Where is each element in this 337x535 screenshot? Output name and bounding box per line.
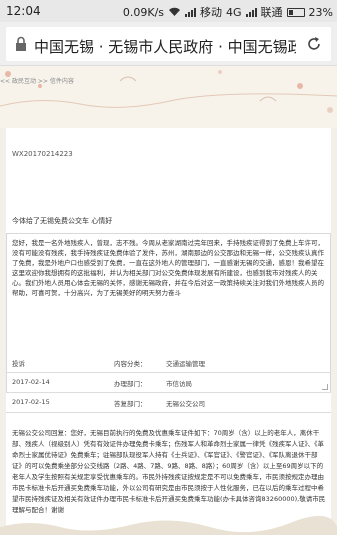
carrier-mobile: 移动 [200, 6, 223, 19]
address-bar[interactable]: 中国无锡 · 无锡市人民政府 · 中国无锡政府 [6, 27, 331, 61]
network-type: 4G [226, 5, 242, 19]
network-speed: 0.09K/s [122, 5, 165, 19]
web-page: << 政民互动 >> 信件内容 WX20170214223 今体给了无锡免费公交… [0, 66, 337, 535]
handler-value: 市信访局 [166, 380, 192, 388]
status-indicators: 0.09K/s 移动 4G 联通 23% [123, 4, 333, 20]
signal-icon [185, 7, 197, 17]
battery-percent: 23% [308, 5, 333, 19]
letter-card: WX20170214223 今体给了无锡免费公交车 心情好 您好，我是一名外地残… [6, 128, 331, 535]
letter-id: WX20170214223 [12, 150, 73, 158]
reply-text: 无锡公交公司回复：您好，无锡目前执行的免费及优惠乘车证件如下：70周岁（含）以上… [12, 429, 326, 514]
browser-toolbar: 中国无锡 · 无锡市人民政府 · 中国无锡政府 [0, 22, 337, 66]
breadcrumb[interactable]: << 政民互动 >> 信件内容 [0, 76, 74, 85]
submit-date: 2017-02-14 [12, 378, 50, 386]
signal-icon-2 [245, 7, 257, 17]
reply-date: 2017-02-15 [12, 398, 50, 406]
lock-icon [16, 36, 26, 51]
letter-subject: 今体给了无锡免费公交车 心情好 [12, 217, 113, 225]
meta-row-category: 投诉 内容分类： 交通运输管理 [6, 354, 331, 370]
content-class-label: 内容分类： [114, 360, 147, 368]
scenery-decoration [0, 515, 337, 535]
divider [6, 412, 331, 413]
meta-row-handler: 2017-02-14 办理部门： 市信访局 [6, 374, 331, 390]
status-time: 12:04 [6, 4, 41, 18]
status-bar: 12:04 0.09K/s 移动 4G 联通 23% [0, 0, 337, 22]
url-text: 中国无锡 · 无锡市人民政府 · 中国无锡政府 [34, 38, 296, 56]
category-value: 投诉 [12, 360, 25, 368]
reply-dept-value: 无锡公交公司 [166, 400, 205, 408]
reply-dept-label: 答复部门： [114, 400, 147, 408]
handler-label: 办理部门： [114, 380, 147, 388]
battery-icon [286, 7, 305, 17]
letter-body: 您好，我是一名外地残疾人，曾现，志不残。今周从老家湖南过完年回来，手持残疾证得到… [12, 239, 324, 297]
divider [6, 372, 331, 373]
page-banner: << 政民互动 >> 信件内容 [0, 66, 337, 128]
reload-icon[interactable] [305, 35, 323, 53]
meta-row-reply: 2017-02-15 答复部门： 无锡公交公司 [6, 394, 331, 410]
carrier-unicom: 联通 [260, 6, 283, 19]
divider [6, 392, 331, 393]
wifi-icon [169, 7, 181, 16]
content-class-value: 交通运输管理 [166, 360, 205, 368]
